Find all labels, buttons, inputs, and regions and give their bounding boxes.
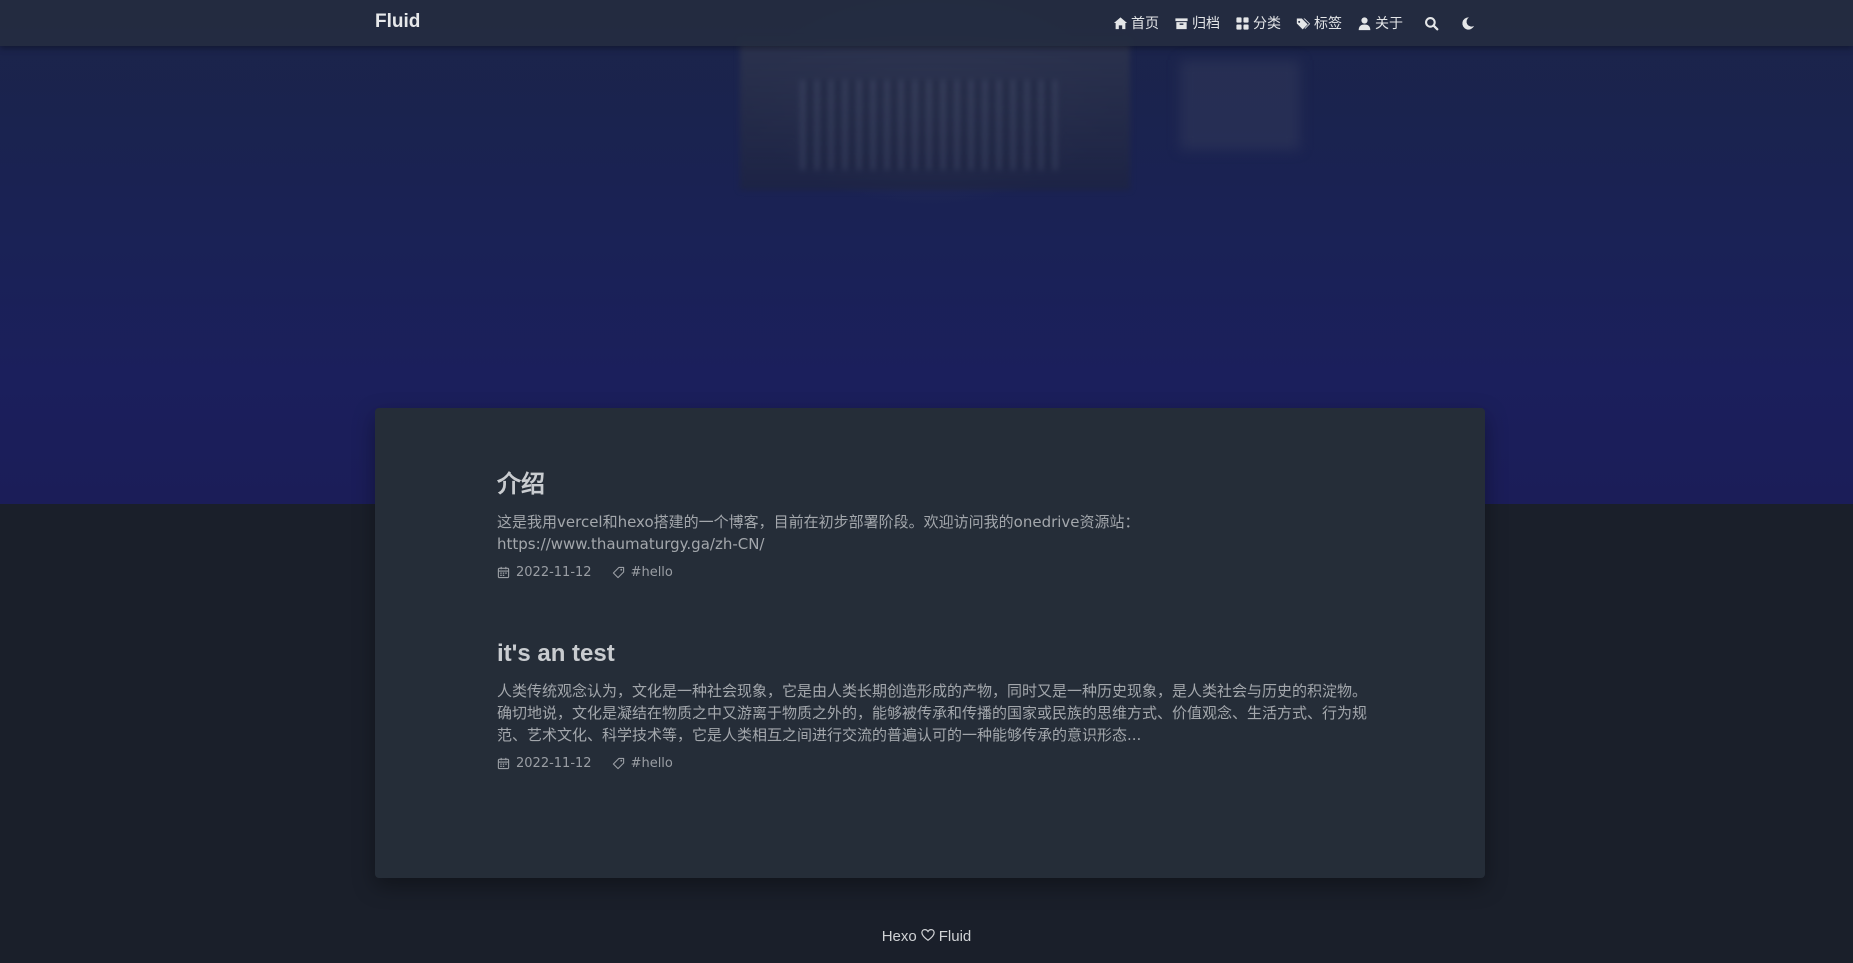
post-list-card: 介绍 这是我用vercel和hexo搭建的一个博客，目前在初步部署阶段。欢迎访问… bbox=[375, 408, 1485, 878]
post-meta: 2022-11-12 #hello bbox=[497, 756, 1367, 771]
post-date: 2022-11-12 bbox=[497, 756, 592, 771]
hero-image-object bbox=[740, 40, 1130, 190]
post-title[interactable]: 介绍 bbox=[497, 464, 1367, 499]
post-date: 2022-11-12 bbox=[497, 565, 592, 580]
nav-item-category[interactable]: 分类 bbox=[1235, 13, 1281, 33]
post-item: 介绍 这是我用vercel和hexo搭建的一个博客，目前在初步部署阶段。欢迎访问… bbox=[497, 464, 1367, 580]
theme-toggle-button[interactable] bbox=[1460, 16, 1475, 31]
nav-item-tags[interactable]: 标签 bbox=[1296, 13, 1342, 33]
nav-item-about[interactable]: 关于 bbox=[1357, 13, 1403, 33]
nav-item-label: 关于 bbox=[1375, 16, 1403, 32]
post-meta: 2022-11-12 #hello bbox=[497, 565, 1367, 580]
nav-item-home[interactable]: 首页 bbox=[1113, 13, 1159, 33]
user-icon bbox=[1358, 16, 1371, 30]
heart-icon bbox=[921, 928, 935, 941]
moon-icon bbox=[1462, 16, 1475, 30]
navbar: Fluid 首页 归档 分类 标签 关于 bbox=[0, 0, 1853, 46]
post-date-text: 2022-11-12 bbox=[516, 756, 592, 771]
tags-icon bbox=[1296, 18, 1311, 29]
hero-image-shadow bbox=[1180, 60, 1300, 150]
post-tag-text: #hello bbox=[630, 756, 673, 771]
tag-icon bbox=[612, 757, 624, 770]
calendar-icon bbox=[497, 566, 510, 579]
post-date-text: 2022-11-12 bbox=[516, 565, 592, 580]
post-tag-text: #hello bbox=[630, 565, 673, 580]
archive-icon bbox=[1175, 17, 1188, 29]
post-tag[interactable]: #hello bbox=[612, 756, 673, 771]
home-icon bbox=[1113, 16, 1128, 29]
post-item: it's an test 人类传统观念认为，文化是一种社会现象，它是由人类长期创… bbox=[497, 640, 1367, 771]
nav-item-label: 标签 bbox=[1314, 16, 1342, 32]
nav-item-label: 归档 bbox=[1192, 16, 1220, 32]
post-excerpt[interactable]: 人类传统观念认为，文化是一种社会现象，它是由人类长期创造形成的产物，同时又是一种… bbox=[497, 680, 1367, 746]
calendar-icon bbox=[497, 757, 510, 770]
footer-hexo-link[interactable]: Hexo bbox=[882, 928, 917, 945]
footer: Hexo Fluid bbox=[0, 928, 1853, 945]
nav-item-archive[interactable]: 归档 bbox=[1174, 13, 1220, 33]
nav-item-label: 首页 bbox=[1131, 16, 1159, 32]
search-button[interactable] bbox=[1424, 16, 1439, 31]
category-icon bbox=[1236, 16, 1249, 30]
post-excerpt[interactable]: 这是我用vercel和hexo搭建的一个博客，目前在初步部署阶段。欢迎访问我的o… bbox=[497, 511, 1367, 555]
footer-fluid-link[interactable]: Fluid bbox=[939, 928, 972, 945]
search-icon bbox=[1425, 16, 1439, 30]
nav-links: 首页 归档 分类 标签 关于 bbox=[1113, 0, 1475, 46]
nav-item-label: 分类 bbox=[1253, 16, 1281, 32]
brand-logo[interactable]: Fluid bbox=[375, 11, 420, 33]
post-title[interactable]: it's an test bbox=[497, 640, 1367, 668]
tag-icon bbox=[612, 566, 624, 579]
post-tag[interactable]: #hello bbox=[612, 565, 673, 580]
